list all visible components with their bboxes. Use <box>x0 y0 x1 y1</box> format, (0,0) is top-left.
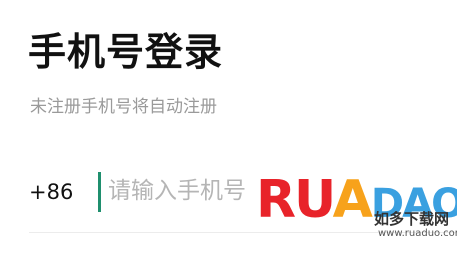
login-page: 手机号登录 未注册手机号将自动注册 +86 RUADAO 如多下载网 www.r… <box>0 0 457 255</box>
page-title: 手机号登录 <box>28 30 224 74</box>
watermark-letter-a: A <box>332 170 373 230</box>
watermark-url: www.ruaduo.com <box>378 228 457 239</box>
page-subtitle: 未注册手机号将自动注册 <box>30 97 217 117</box>
watermark-site-name: 如多下载网 <box>374 210 450 228</box>
watermark-logo: RUADAO 如多下载网 www.ruaduo.com <box>256 170 457 250</box>
watermark-letters-ru: RU <box>256 170 335 230</box>
text-cursor <box>98 172 101 212</box>
country-code-selector[interactable]: +86 <box>29 179 73 205</box>
phone-number-input[interactable] <box>108 171 268 211</box>
